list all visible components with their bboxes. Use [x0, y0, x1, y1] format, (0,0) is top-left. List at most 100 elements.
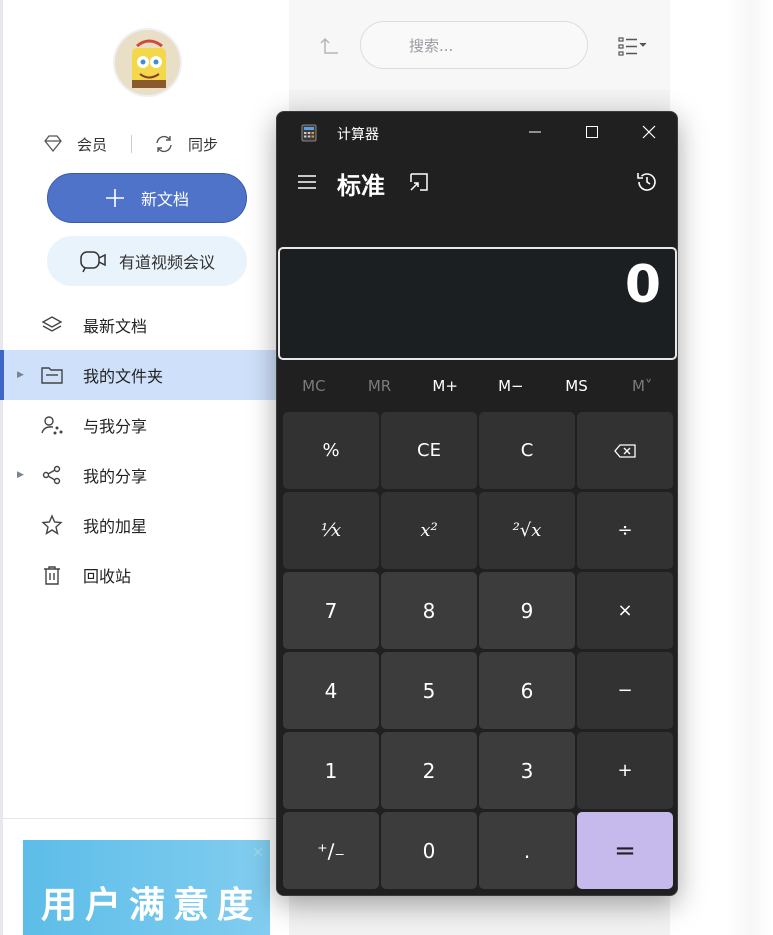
view-mode-button[interactable] [617, 34, 651, 58]
digit-7-button[interactable]: 7 [283, 572, 379, 649]
display-value: 0 [624, 255, 661, 315]
equals-button[interactable]: = [577, 812, 673, 889]
history-icon[interactable] [635, 170, 659, 194]
member-button[interactable]: 会员 [43, 134, 107, 155]
reciprocal-button[interactable]: ⅟x [283, 492, 379, 569]
trash-icon [41, 564, 63, 586]
close-icon [642, 125, 655, 139]
keep-on-top-icon[interactable] [409, 172, 429, 192]
share-icon [41, 464, 63, 486]
sidebar-item-label: 与我分享 [83, 417, 148, 436]
digit-0-button[interactable]: 0 [381, 812, 477, 889]
memory-list-button[interactable]: M˅ [609, 370, 675, 402]
sidebar-item-label: 回收站 [83, 567, 132, 586]
maximize-button[interactable] [563, 112, 620, 152]
shared-with-me-icon [41, 414, 63, 436]
sidebar-item-label: 我的分享 [83, 467, 148, 486]
sidebar-item-starred[interactable]: 我的加星 [3, 500, 289, 550]
square-root-label: ²√x [512, 520, 542, 541]
reciprocal-label: ⅟x [320, 520, 342, 541]
add-button[interactable]: + [577, 732, 673, 809]
digit-3-button[interactable]: 3 [479, 732, 575, 809]
calculator-window: 计算器 标准 0 MC MR M+ M− MS M˅ % CE C ⅟x x² … [276, 111, 678, 896]
sync-label: 同步 [188, 135, 219, 154]
sync-icon [156, 135, 172, 153]
diamond-icon [44, 135, 62, 153]
sidebar-item-trash[interactable]: 回收站 [3, 550, 289, 600]
keypad: % CE C ⅟x x² ²√x ÷ 7 8 9 × 4 5 6 − 1 2 3… [283, 412, 674, 889]
clear-button[interactable]: C [479, 412, 575, 489]
sync-button[interactable]: 同步 [154, 134, 218, 155]
go-up-icon [320, 37, 338, 54]
new-document-label: 新文档 [140, 190, 189, 209]
sidebar: 会员 同步 新文档 有道视频会议 最新文档 ▶ 我的文件夹 与我分享 ▶ 我的分… [0, 0, 289, 935]
backspace-button[interactable] [577, 412, 673, 489]
negate-button[interactable]: ⁺∕₋ [283, 812, 379, 889]
sidebar-item-label: 最新文档 [83, 317, 148, 336]
close-icon[interactable]: ✕ [252, 845, 264, 861]
backspace-icon [614, 443, 636, 458]
digit-8-button[interactable]: 8 [381, 572, 477, 649]
member-label: 会员 [77, 135, 108, 154]
go-up-button[interactable] [317, 34, 341, 58]
close-button[interactable] [620, 112, 677, 152]
avatar[interactable] [113, 28, 182, 97]
layers-icon [41, 314, 63, 336]
square-root-button[interactable]: ²√x [479, 492, 575, 569]
ad-subtitle: 调查 [107, 926, 195, 935]
memory-clear-button[interactable]: MC [281, 370, 347, 402]
memory-subtract-button[interactable]: M− [478, 370, 544, 402]
expand-caret-icon[interactable]: ▶ [17, 370, 24, 380]
memory-row: MC MR M+ M− MS M˅ [281, 370, 675, 402]
new-document-button[interactable]: 新文档 [47, 173, 247, 223]
percent-button[interactable]: % [283, 412, 379, 489]
mode-title: 标准 [337, 172, 385, 200]
main-toolbar: 搜索... [289, 0, 670, 90]
divide-button[interactable]: ÷ [577, 492, 673, 569]
digit-1-button[interactable]: 1 [283, 732, 379, 809]
video-meeting-button[interactable]: 有道视频会议 [47, 236, 247, 286]
subtract-button[interactable]: − [577, 652, 673, 729]
search-placeholder: 搜索... [409, 36, 454, 55]
memory-store-button[interactable]: MS [544, 370, 610, 402]
star-icon [41, 514, 63, 536]
folder-icon [41, 364, 63, 386]
search-input[interactable]: 搜索... [360, 21, 588, 69]
square-button[interactable]: x² [381, 492, 477, 569]
plus-icon [105, 189, 124, 207]
minimize-button[interactable] [506, 112, 563, 152]
clear-entry-button[interactable]: CE [381, 412, 477, 489]
sidebar-item-my-folders[interactable]: ▶ 我的文件夹 [0, 350, 289, 400]
sidebar-item-label: 我的文件夹 [83, 367, 164, 386]
sidebar-item-recent[interactable]: 最新文档 [3, 300, 289, 350]
sidebar-item-shared-with-me[interactable]: 与我分享 [3, 400, 289, 450]
digit-5-button[interactable]: 5 [381, 652, 477, 729]
digit-2-button[interactable]: 2 [381, 732, 477, 809]
maximize-icon [585, 126, 598, 138]
window-shadow [726, 0, 773, 935]
result-display: 0 [278, 247, 677, 360]
divider [131, 135, 133, 153]
decimal-button[interactable]: . [479, 812, 575, 889]
expand-caret-icon[interactable]: ▶ [17, 470, 24, 480]
video-meeting-label: 有道视频会议 [118, 253, 215, 272]
memory-add-button[interactable]: M+ [412, 370, 478, 402]
list-view-icon [618, 37, 647, 56]
square-label: x² [420, 520, 438, 541]
sidebar-divider [3, 818, 289, 819]
digit-4-button[interactable]: 4 [283, 652, 379, 729]
digit-9-button[interactable]: 9 [479, 572, 575, 649]
memory-recall-button[interactable]: MR [347, 370, 413, 402]
avatar-image [115, 30, 180, 95]
survey-ad-banner[interactable]: 用户满意度 调查 ✕ [23, 840, 270, 935]
video-camera-icon [80, 251, 106, 273]
sidebar-item-my-shares[interactable]: ▶ 我的分享 [3, 450, 289, 500]
ad-title: 用户满意度 [41, 885, 262, 926]
digit-6-button[interactable]: 6 [479, 652, 575, 729]
mode-header: 标准 [277, 162, 677, 206]
hamburger-menu-icon[interactable] [297, 174, 317, 190]
window-title: 计算器 [337, 127, 379, 143]
title-bar[interactable]: 计算器 [277, 112, 677, 152]
multiply-button[interactable]: × [577, 572, 673, 649]
minimize-icon [528, 131, 541, 133]
